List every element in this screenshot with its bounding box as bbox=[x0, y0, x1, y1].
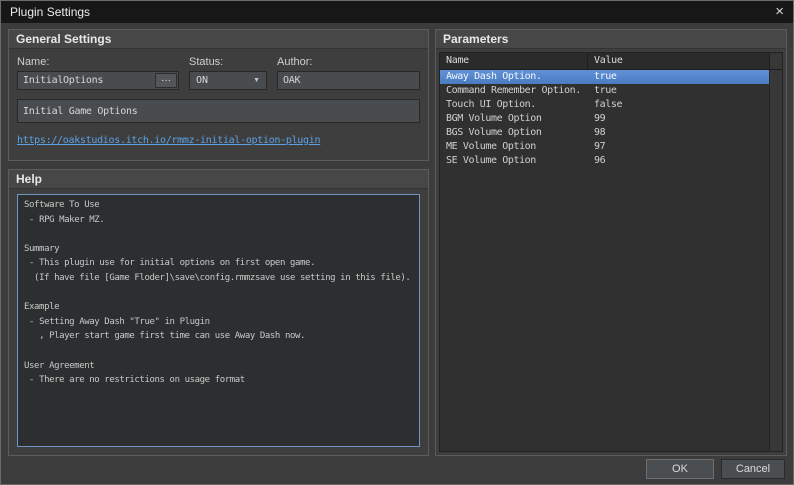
param-name: SE Volume Option bbox=[446, 155, 536, 166]
param-value: 99 bbox=[594, 113, 606, 124]
cancel-button[interactable]: Cancel bbox=[721, 459, 785, 479]
dialog-body: General Settings Name: ··· Status: ON bbox=[1, 23, 793, 484]
status-field-group: Status: ON ▼ bbox=[189, 56, 267, 90]
param-value: true bbox=[594, 85, 617, 96]
name-field-group: Name: ··· bbox=[17, 56, 179, 90]
param-name: BGS Volume Option bbox=[446, 127, 542, 138]
vertical-scrollbar[interactable] bbox=[769, 70, 782, 451]
help-group: Help Software To Use - RPG Maker MZ. Sum… bbox=[8, 169, 429, 456]
column-header-name: Name bbox=[440, 53, 588, 69]
parameters-group: Parameters Name Value Away Dash Option. t… bbox=[435, 29, 787, 456]
close-icon[interactable]: × bbox=[764, 2, 784, 22]
plugin-url-link[interactable]: https://oakstudios.itch.io/rmmz-initial-… bbox=[17, 135, 321, 146]
param-value: 97 bbox=[594, 141, 606, 152]
help-text[interactable]: Software To Use - RPG Maker MZ. Summary … bbox=[17, 194, 420, 447]
general-settings-group: General Settings Name: ··· Status: ON bbox=[8, 29, 429, 161]
table-row[interactable]: Away Dash Option. true bbox=[440, 70, 769, 84]
table-row[interactable]: BGM Volume Option 99 bbox=[440, 112, 769, 126]
fields-row: Name: ··· Status: ON ▼ bbox=[17, 56, 420, 90]
table-row[interactable]: BGS Volume Option 98 bbox=[440, 126, 769, 140]
column-header-value: Value bbox=[594, 55, 623, 66]
titlebar: Plugin Settings × bbox=[1, 1, 793, 23]
author-label: Author: bbox=[277, 56, 313, 68]
param-name: Command Remember Option. bbox=[446, 85, 581, 96]
scrollbar-corner bbox=[769, 53, 782, 69]
window-title: Plugin Settings bbox=[10, 5, 91, 19]
param-value: 98 bbox=[594, 127, 606, 138]
table-row[interactable]: Command Remember Option. true bbox=[440, 84, 769, 98]
status-select[interactable]: ON ▼ bbox=[189, 71, 267, 90]
param-name: Touch UI Option. bbox=[446, 99, 536, 110]
table-row[interactable]: ME Volume Option 97 bbox=[440, 140, 769, 154]
browse-button[interactable]: ··· bbox=[155, 73, 177, 88]
parameters-rows: Away Dash Option. true Command Remember Op… bbox=[440, 70, 769, 451]
parameters-title: Parameters bbox=[436, 30, 786, 49]
parameters-table: Name Value Away Dash Option. true Command … bbox=[439, 52, 783, 452]
param-value: 96 bbox=[594, 155, 606, 166]
dialog-footer: OK Cancel bbox=[646, 459, 785, 479]
ok-button[interactable]: OK bbox=[646, 459, 714, 479]
param-name: ME Volume Option bbox=[446, 141, 536, 152]
param-value: false bbox=[594, 99, 623, 110]
author-input[interactable] bbox=[277, 71, 420, 90]
help-title: Help bbox=[9, 170, 428, 189]
author-field-group: Author: bbox=[277, 56, 420, 90]
status-label: Status: bbox=[189, 56, 224, 68]
param-name: Away Dash Option. bbox=[446, 71, 542, 82]
name-label: Name: bbox=[17, 56, 50, 68]
table-row[interactable]: SE Volume Option 96 bbox=[440, 154, 769, 168]
table-header: Name Value bbox=[440, 53, 782, 70]
plugin-settings-dialog: Plugin Settings × General Settings Name:… bbox=[0, 0, 794, 485]
name-input-wrap: ··· bbox=[17, 71, 179, 90]
description-input[interactable] bbox=[17, 99, 420, 123]
param-name: BGM Volume Option bbox=[446, 113, 542, 124]
table-row[interactable]: Touch UI Option. false bbox=[440, 98, 769, 112]
status-value: ON bbox=[196, 75, 209, 86]
general-settings-content: Name: ··· Status: ON ▼ bbox=[9, 49, 428, 160]
general-settings-title: General Settings bbox=[9, 30, 428, 49]
chevron-down-icon: ▼ bbox=[253, 77, 260, 84]
param-value: true bbox=[594, 71, 617, 82]
